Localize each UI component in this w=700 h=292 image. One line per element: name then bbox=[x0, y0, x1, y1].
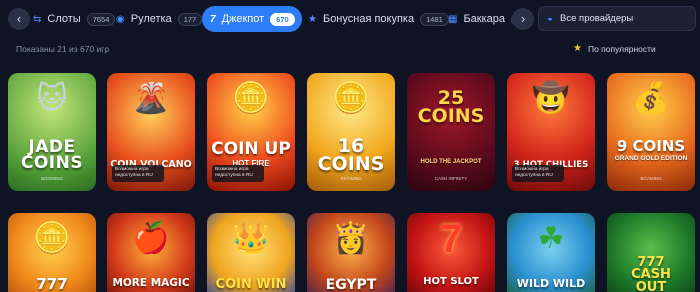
game-title: 777 CASH OUT bbox=[631, 255, 671, 292]
tab-label: Бонусная покупка bbox=[322, 13, 415, 25]
star-icon: ★ bbox=[573, 43, 582, 54]
tab-count-badge: 177 bbox=[177, 12, 203, 26]
game-title: 16 COINS bbox=[317, 135, 385, 176]
game-title: 25 COINS bbox=[417, 87, 485, 128]
game-card-more-magic[interactable]: 🍎 MORE MAGIC bbox=[107, 213, 195, 292]
jackpot-icon: 7 bbox=[210, 13, 216, 25]
cat-icon: 🐱 bbox=[36, 82, 68, 115]
tab-label: Рулетка bbox=[130, 13, 172, 25]
clover-icon: ☘ bbox=[537, 222, 565, 255]
tabs-next-arrow-icon[interactable]: › bbox=[512, 8, 534, 30]
game-title: COIN WIN bbox=[215, 277, 287, 292]
tab-jackpot[interactable]: 7 Джекпот 670 bbox=[202, 6, 302, 32]
slots-icon: ⇆ bbox=[33, 13, 42, 25]
treasure-chest-icon: 💰 bbox=[632, 82, 670, 115]
star-icon: ★ bbox=[308, 13, 317, 25]
tab-count-badge: 7654 bbox=[86, 12, 116, 26]
game-card-egypt[interactable]: 👸 EGYPT bbox=[307, 213, 395, 292]
provider-tag: BGAMING bbox=[640, 176, 662, 181]
provider-tag: SKYWIND bbox=[340, 176, 362, 181]
game-card-hot-slot[interactable]: 7 HOT SLOT bbox=[407, 213, 495, 292]
game-title: EGYPT bbox=[325, 277, 377, 292]
game-title: WILD WILD bbox=[516, 277, 586, 290]
crown-icon: 👑 bbox=[232, 222, 270, 255]
coin-icon: 🪙 bbox=[232, 82, 270, 115]
tab-label: Слоты bbox=[47, 13, 81, 25]
cowboy-icon: 🤠 bbox=[532, 82, 570, 115]
tab-roulette[interactable]: ◉ Рулетка 177 bbox=[116, 6, 203, 32]
game-title: JADE COINS bbox=[20, 137, 84, 174]
sort-label: По популярности bbox=[587, 43, 656, 54]
game-card-25-coins[interactable]: 25 COINS HOLD THE JACKPOT CASH INFINITY bbox=[407, 73, 495, 191]
game-card-coin-up[interactable]: 🪙 COIN UP HOT FIRE Возможна игра недосту… bbox=[207, 73, 295, 191]
game-card-777[interactable]: 🪙 777 bbox=[8, 213, 96, 292]
provider-icon: ◒ bbox=[547, 13, 554, 24]
game-card-coin-win[interactable]: 👑 COIN WIN bbox=[207, 213, 295, 292]
game-card-9-coins[interactable]: 💰 9 COINS GRAND GOLD EDITION BGAMING bbox=[607, 73, 695, 191]
game-title: 777 bbox=[36, 275, 68, 292]
unavailable-notice: Возможна игра недоступна в RU bbox=[112, 165, 164, 182]
coin-icon: 🪙 bbox=[332, 82, 370, 115]
game-subtitle: GRAND GOLD EDITION bbox=[614, 155, 688, 162]
unavailable-notice: Возможна игра недоступна в RU bbox=[512, 165, 564, 182]
unavailable-notice: Возможна игра недоступна в RU bbox=[212, 165, 264, 182]
tab-label: Джекпот bbox=[221, 13, 265, 25]
tab-count-badge: 1481 bbox=[420, 12, 449, 26]
queen-icon: 👸 bbox=[332, 222, 370, 255]
game-card-3-hot-chillies[interactable]: 🤠 3 HOT CHILLIES Возможна игра недоступн… bbox=[507, 73, 595, 191]
game-subtitle: HOLD THE JACKPOT bbox=[420, 159, 482, 165]
provider-tag: CASH INFINITY bbox=[434, 176, 468, 181]
category-tabs-bar: ‹ ⇆ Слоты 7654 ◉ Рулетка 177 7 Джекпот 6… bbox=[0, 0, 700, 38]
tab-slots[interactable]: ⇆ Слоты 7654 bbox=[33, 6, 116, 32]
tab-bonus-buy[interactable]: ★ Бонусная покупка 1481 bbox=[308, 6, 449, 32]
sort-dropdown[interactable]: ★ По популярности bbox=[573, 43, 656, 54]
coin-icon: 🪙 bbox=[33, 222, 71, 255]
game-card-16-coins[interactable]: 🪙 16 COINS SKYWIND bbox=[307, 73, 395, 191]
game-title: HOT SLOT bbox=[423, 276, 479, 287]
tabs-prev-arrow-icon[interactable]: ‹ bbox=[8, 8, 30, 30]
results-count: Показаны 21 из 670 игр bbox=[16, 44, 110, 54]
tab-label: Баккара bbox=[463, 13, 506, 25]
volcano-icon: 🌋 bbox=[132, 82, 170, 115]
apple-icon: 🍎 bbox=[132, 222, 170, 255]
game-card-777-cash-out[interactable]: 777 CASH OUT bbox=[607, 213, 695, 292]
game-title: 9 COINS bbox=[616, 137, 686, 155]
seven-icon: 7 bbox=[439, 217, 463, 261]
cards-icon: ▦ bbox=[448, 13, 458, 25]
game-title: COIN UP bbox=[211, 139, 291, 159]
game-card-coin-volcano[interactable]: 🌋 COIN VOLCANO Возможна игра недоступна … bbox=[107, 73, 195, 191]
provider-select-label: Все провайдеры bbox=[560, 13, 634, 24]
provider-select[interactable]: ◒ Все провайдеры bbox=[538, 6, 696, 31]
game-card-wild-wild[interactable]: ☘ WILD WILD bbox=[507, 213, 595, 292]
tab-count-badge: 670 bbox=[270, 12, 295, 26]
roulette-icon: ◉ bbox=[116, 13, 125, 25]
game-card-jade-coins[interactable]: 🐱 JADE COINS BOOMING bbox=[8, 73, 96, 191]
game-title: MORE MAGIC bbox=[112, 277, 190, 289]
provider-tag: BOOMING bbox=[41, 176, 63, 181]
